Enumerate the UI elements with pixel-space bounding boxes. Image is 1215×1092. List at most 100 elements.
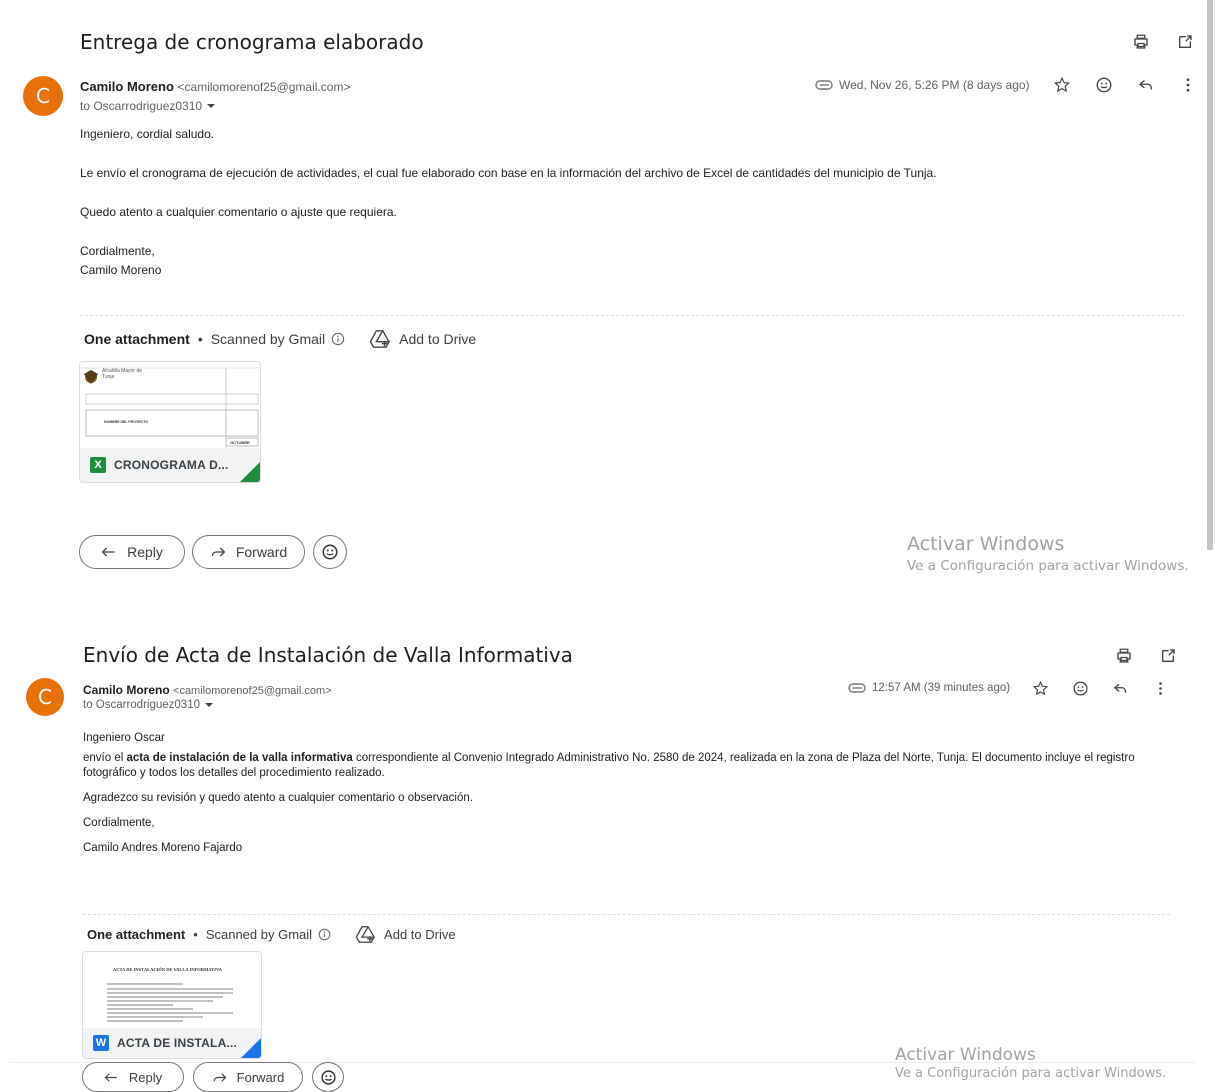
forward-icon bbox=[212, 1071, 227, 1084]
subject-actions bbox=[1131, 32, 1195, 52]
star-icon[interactable] bbox=[1030, 678, 1050, 698]
add-to-drive-label: Add to Drive bbox=[399, 331, 477, 347]
body-paragraph: Camilo Moreno bbox=[80, 263, 162, 277]
attachment-footer: X CRONOGRAMA D... bbox=[80, 448, 260, 482]
excel-file-icon: X bbox=[90, 457, 106, 473]
email-body: Ingeniero, cordial saludo. Le envío el c… bbox=[80, 126, 1180, 278]
email-message-2: Envío de Acta de Instalación de Valla In… bbox=[0, 610, 1215, 1092]
sender-avatar[interactable]: C bbox=[23, 76, 63, 116]
sender-name[interactable]: Camilo Moreno bbox=[80, 79, 174, 94]
reply-button[interactable]: Reply bbox=[82, 1062, 184, 1092]
recipient-label: to Oscarrodriguez0310 bbox=[83, 699, 200, 711]
subject-actions bbox=[1114, 646, 1178, 666]
smiley-icon bbox=[320, 1069, 337, 1086]
message-meta: 12:57 AM (39 minutes ago) bbox=[848, 678, 1170, 698]
forward-button[interactable]: Forward bbox=[193, 1062, 303, 1092]
separator-dot: • bbox=[197, 331, 203, 347]
file-type-corner bbox=[240, 462, 260, 482]
scanned-by-gmail-label: Scanned by Gmail bbox=[205, 927, 313, 942]
thumbnail-org-text: Alcaldía Mayor de Tunja bbox=[102, 368, 143, 380]
forward-button[interactable]: Forward bbox=[192, 535, 305, 569]
body-paragraph: Le envío el cronograma de ejecución de a… bbox=[80, 166, 937, 180]
separator-dot: • bbox=[193, 927, 198, 942]
forward-label: Forward bbox=[236, 1069, 285, 1085]
body-signature: Camilo Andres Moreno Fajardo bbox=[83, 842, 243, 854]
add-to-drive-button[interactable]: Add to Drive bbox=[369, 329, 476, 349]
attachment-clip-icon bbox=[848, 682, 866, 694]
email-subject: Entrega de cronograma elaborado bbox=[80, 30, 424, 54]
word-file-icon: W bbox=[93, 1035, 109, 1051]
message-date: 12:57 AM (39 minutes ago) bbox=[872, 682, 1011, 694]
email-body: Ingeniero Oscar envío el acta de instala… bbox=[83, 731, 1158, 856]
attachment-count: One attachment bbox=[87, 927, 186, 942]
sender-name[interactable]: Camilo Moreno bbox=[83, 683, 170, 697]
attachment-filename: ACTA DE INSTALA... bbox=[117, 1036, 238, 1050]
add-to-drive-button[interactable]: Add to Drive bbox=[355, 925, 456, 944]
reply-arrow-icon[interactable] bbox=[1110, 678, 1130, 698]
body-paragraph: Agradezco su revisión y quedo atento a c… bbox=[83, 792, 473, 804]
email-message-1: Entrega de cronograma elaborado C Camilo… bbox=[0, 0, 1215, 590]
email-subject: Envío de Acta de Instalación de Valla In… bbox=[83, 643, 573, 667]
attachment-footer: W ACTA DE INSTALA... bbox=[83, 1028, 261, 1058]
body-paragraph: Cordialmente, bbox=[83, 817, 155, 829]
scanned-by-gmail-label: Scanned by Gmail bbox=[210, 331, 326, 347]
thumbnail-month-text: OCTUBRE bbox=[230, 440, 250, 445]
body-paragraph: Ingeniero, cordial saludo. bbox=[80, 127, 215, 141]
attachment-card[interactable]: ACTA DE INSTALACIÓN DE VALLA INFORMATIVA… bbox=[82, 951, 262, 1059]
attachment-divider bbox=[83, 914, 1170, 915]
open-in-new-window-icon[interactable] bbox=[1175, 32, 1195, 52]
attachment-thumbnail: ACTA DE INSTALACIÓN DE VALLA INFORMATIVA bbox=[83, 952, 261, 1028]
print-icon[interactable] bbox=[1131, 32, 1151, 52]
sender-line: Camilo Moreno <camilomorenof25@gmail.com… bbox=[80, 79, 350, 94]
open-in-new-window-icon[interactable] bbox=[1158, 646, 1178, 666]
smiley-icon bbox=[321, 543, 339, 561]
body-paragraph: envío el acta de instalación de la valla… bbox=[83, 751, 1158, 781]
watermark-subtitle: Ve a Configuración para activar Windows. bbox=[907, 558, 1189, 574]
add-to-drive-label: Add to Drive bbox=[384, 927, 456, 942]
recipient-label: to Oscarrodriguez0310 bbox=[80, 99, 203, 113]
scrollbar-thumb[interactable] bbox=[1207, 0, 1213, 550]
message-meta: Wed, Nov 26, 5:26 PM (8 days ago) bbox=[815, 75, 1198, 95]
more-options-icon[interactable] bbox=[1150, 678, 1170, 698]
attachment-card[interactable]: Alcaldía Mayor de Tunja NOMBRE DEL PROYE… bbox=[79, 361, 261, 483]
drive-add-icon bbox=[355, 925, 376, 944]
caret-down-icon bbox=[206, 101, 216, 111]
file-type-corner bbox=[241, 1038, 261, 1058]
emoji-reaction-button[interactable] bbox=[312, 1062, 344, 1092]
recipient-details-toggle[interactable]: to Oscarrodriguez0310 bbox=[80, 99, 216, 113]
info-icon[interactable] bbox=[318, 928, 331, 941]
info-icon[interactable] bbox=[331, 332, 345, 346]
thumbnail-project-text: NOMBRE DEL PROYECTO bbox=[104, 420, 149, 424]
attachment-filename: CRONOGRAMA D... bbox=[114, 458, 229, 472]
reply-arrow-icon[interactable] bbox=[1136, 75, 1156, 95]
watermark-title: Activar Windows bbox=[895, 1045, 1036, 1065]
forward-label: Forward bbox=[235, 544, 288, 560]
emoji-reaction-button[interactable] bbox=[313, 535, 347, 569]
message-date: Wed, Nov 26, 5:26 PM (8 days ago) bbox=[839, 78, 1030, 92]
attachment-thumbnail: Alcaldía Mayor de Tunja NOMBRE DEL PROYE… bbox=[80, 362, 260, 448]
sender-email: <camilomorenof25@gmail.com> bbox=[177, 80, 351, 94]
watermark-subtitle: Ve a Configuración para activar Windows. bbox=[895, 1066, 1167, 1081]
emoji-reaction-icon[interactable] bbox=[1094, 75, 1114, 95]
emoji-reaction-icon[interactable] bbox=[1070, 678, 1090, 698]
print-icon[interactable] bbox=[1114, 646, 1134, 666]
attachment-count: One attachment bbox=[84, 331, 190, 347]
star-icon[interactable] bbox=[1052, 75, 1072, 95]
caret-down-icon bbox=[204, 700, 214, 710]
sender-line: Camilo Moreno <camilomorenof25@gmail.com… bbox=[83, 683, 332, 697]
recipient-details-toggle[interactable]: to Oscarrodriguez0310 bbox=[83, 699, 214, 711]
body-paragraph: Cordialmente, bbox=[80, 244, 155, 258]
attachment-header: One attachment • Scanned by Gmail Add to… bbox=[84, 329, 476, 349]
sender-avatar[interactable]: C bbox=[26, 678, 64, 716]
body-paragraph: Quedo atento a cualquier comentario o aj… bbox=[80, 205, 397, 219]
reply-button[interactable]: Reply bbox=[79, 535, 185, 569]
drive-add-icon bbox=[369, 329, 391, 349]
body-paragraph-bold: acta de instalación de la valla informat… bbox=[126, 752, 353, 764]
reply-icon bbox=[101, 545, 117, 559]
forward-icon bbox=[210, 545, 226, 559]
windows-activation-watermark: Activar Windows Ve a Configuración para … bbox=[895, 1045, 1195, 1081]
attachment-header: One attachment • Scanned by Gmail Add to… bbox=[87, 925, 456, 944]
body-paragraph-start: envío el bbox=[83, 752, 127, 764]
body-greeting: Ingeniero Oscar bbox=[83, 732, 165, 744]
more-options-icon[interactable] bbox=[1178, 75, 1198, 95]
